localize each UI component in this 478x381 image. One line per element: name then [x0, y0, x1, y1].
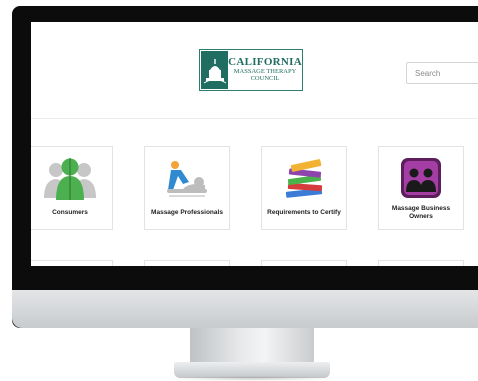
- book-stack-icon: [262, 155, 346, 201]
- category-card-row2: [261, 260, 347, 266]
- people-silhouette-icon: [31, 155, 112, 201]
- category-card-consumers[interactable]: Consumers: [31, 146, 113, 230]
- category-card-massage-professionals[interactable]: Massage Professionals: [144, 146, 230, 230]
- browser-screen: CALIFORNIA MASSAGE THERAPY COUNCIL Consu…: [31, 22, 478, 266]
- monitor-chin: [12, 290, 478, 328]
- category-card-massage-business-owners[interactable]: Massage Business Owners: [378, 146, 464, 230]
- category-label: Consumers: [52, 209, 88, 216]
- site-logo[interactable]: CALIFORNIA MASSAGE THERAPY COUNCIL: [199, 49, 303, 91]
- site-header: CALIFORNIA MASSAGE THERAPY COUNCIL: [31, 22, 478, 119]
- massage-therapist-icon: [145, 155, 229, 201]
- category-card-requirements-to-certify[interactable]: Requirements to Certify: [261, 146, 347, 230]
- business-people-icon: [379, 155, 463, 201]
- search-input[interactable]: [406, 62, 478, 84]
- category-label: Requirements to Certify: [267, 209, 341, 216]
- logo-subtitle-2: COUNCIL: [250, 74, 280, 82]
- category-card-row2: [31, 260, 113, 266]
- category-label: Massage Business Owners: [391, 205, 451, 221]
- capitol-building-icon: [201, 51, 229, 89]
- category-label: Massage Professionals: [151, 209, 223, 216]
- category-card-row2: [378, 260, 464, 266]
- stand-shadow: [168, 376, 336, 381]
- monitor-stand: [190, 328, 314, 364]
- category-card-row2: [144, 260, 230, 266]
